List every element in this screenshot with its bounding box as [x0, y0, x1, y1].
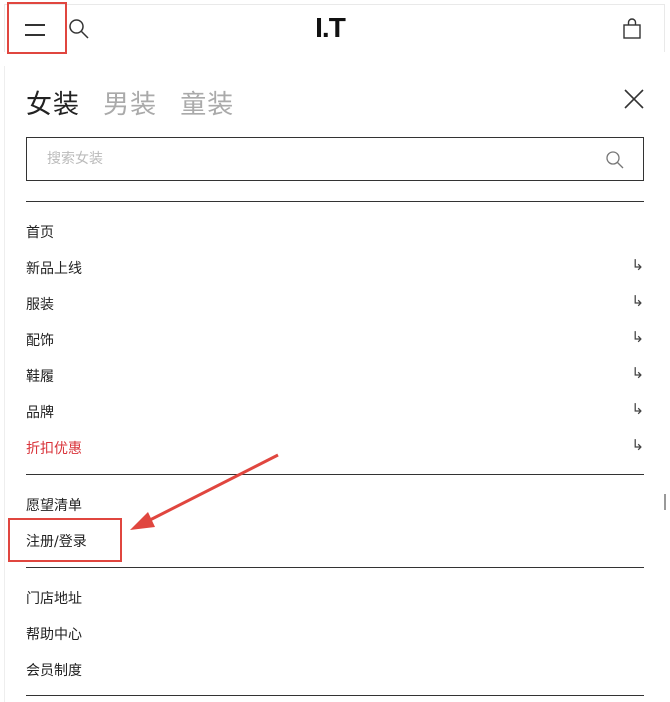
nav-item-clothing[interactable]: 服装 ↳: [26, 290, 644, 316]
divider: [26, 474, 644, 475]
divider: [26, 567, 644, 568]
tab-women[interactable]: 女装: [26, 84, 80, 121]
nav-item-wishlist[interactable]: 愿望清单: [26, 491, 644, 517]
expand-arrow-icon[interactable]: ↳: [631, 400, 644, 418]
nav-item-label: 新品上线: [26, 261, 82, 277]
search-input[interactable]: [28, 139, 588, 179]
nav-item-label: 愿望清单: [26, 498, 82, 514]
nav-item-label: 首页: [26, 225, 54, 241]
hamburger-menu-icon-bar: [25, 34, 45, 36]
scrollbar-thumb[interactable]: [664, 494, 666, 510]
hamburger-menu-button[interactable]: [7, 2, 67, 54]
site-logo[interactable]: I.T: [300, 12, 360, 44]
expand-arrow-icon[interactable]: ↳: [631, 292, 644, 310]
nav-item-shoes[interactable]: 鞋履 ↳: [26, 362, 644, 388]
nav-item-brands[interactable]: 品牌 ↳: [26, 398, 644, 424]
nav-item-label: 品牌: [26, 405, 54, 421]
expand-arrow-icon[interactable]: ↳: [631, 364, 644, 382]
shopping-bag-icon[interactable]: [622, 18, 642, 44]
nav-item-label: 折扣优惠: [26, 441, 82, 457]
search-icon[interactable]: [68, 18, 90, 44]
tab-kids[interactable]: 童装: [180, 84, 234, 121]
expand-arrow-icon[interactable]: ↳: [631, 436, 644, 454]
close-icon[interactable]: [623, 88, 645, 110]
top-header: I.T: [0, 0, 670, 56]
expand-arrow-icon[interactable]: ↳: [631, 256, 644, 274]
nav-item-label: 配饰: [26, 333, 54, 349]
tab-men[interactable]: 男装: [103, 84, 157, 121]
nav-item-membership[interactable]: 会员制度: [26, 656, 644, 682]
nav-item-label: 鞋履: [26, 369, 54, 385]
divider: [26, 695, 644, 696]
annotation-highlight-box: [8, 518, 122, 562]
search-icon[interactable]: [605, 150, 625, 174]
divider: [26, 201, 644, 202]
drawer-search-box: [26, 137, 644, 181]
category-tabs: 女装 男装 童装: [26, 84, 252, 121]
nav-item-home[interactable]: 首页: [26, 218, 644, 244]
navigation-drawer: 女装 男装 童装 首页 新品上线 ↳ 服装 ↳ 配饰 ↳ 鞋履 ↳ 品牌 ↳ 折…: [4, 66, 665, 702]
nav-item-label: 服装: [26, 297, 54, 313]
hamburger-menu-icon: [25, 24, 45, 26]
nav-item-label: 门店地址: [26, 591, 82, 607]
nav-item-help-center[interactable]: 帮助中心: [26, 620, 644, 646]
nav-item-new-arrivals[interactable]: 新品上线 ↳: [26, 254, 644, 280]
nav-item-store-locator[interactable]: 门店地址: [26, 584, 644, 610]
nav-item-sale[interactable]: 折扣优惠 ↳: [26, 434, 644, 460]
nav-item-accessories[interactable]: 配饰 ↳: [26, 326, 644, 352]
nav-item-label: 帮助中心: [26, 627, 82, 643]
nav-item-label: 会员制度: [26, 663, 82, 679]
expand-arrow-icon[interactable]: ↳: [631, 328, 644, 346]
